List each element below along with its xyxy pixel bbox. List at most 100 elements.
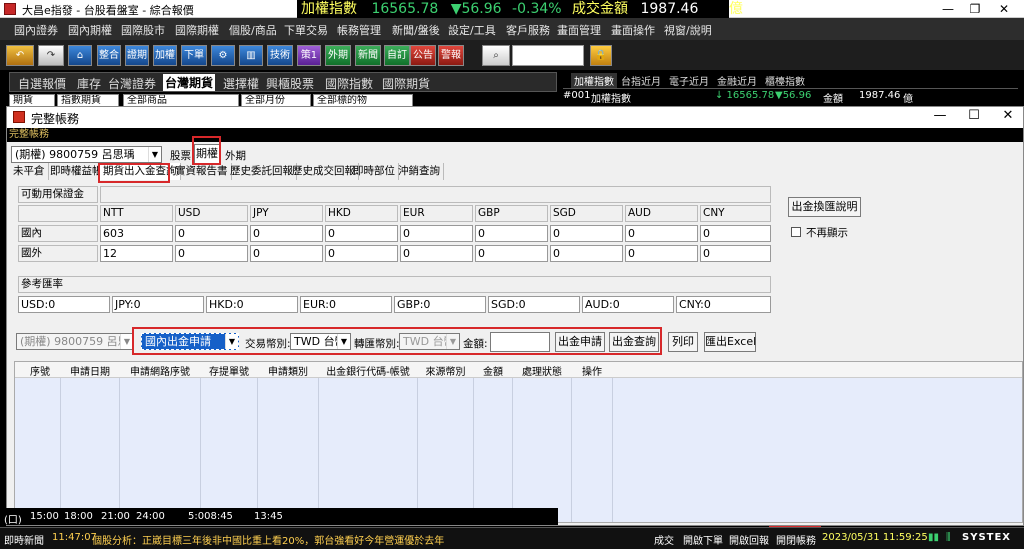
market-options-button[interactable]: 期權 (194, 144, 220, 164)
dialog-close-button[interactable]: ✕ (991, 108, 1024, 123)
menu-item[interactable]: 國際期權 (175, 22, 219, 38)
market-foreign-button[interactable]: 外期 (225, 148, 246, 163)
toolbar-button[interactable]: 加權 (153, 45, 177, 66)
status-trade-button[interactable]: 成交 (654, 532, 674, 547)
redo-icon[interactable]: ↷ (38, 45, 64, 66)
lock-icon[interactable]: 🔒 (590, 45, 612, 66)
tab-quote[interactable]: 選擇權 (223, 75, 259, 92)
menu-item[interactable]: 客戶服務 (506, 22, 550, 38)
grid-column-header[interactable]: 金額 (474, 363, 512, 378)
toolbar-button[interactable]: 技術 (267, 45, 293, 66)
export-excel-button[interactable]: 匯出Excel (704, 332, 756, 352)
grid-column-header[interactable]: 出金銀行代碼-帳號 (319, 363, 417, 378)
news-label[interactable]: 即時新聞 (4, 532, 44, 547)
news-time: 11:47:07 (52, 532, 97, 543)
tab-index-selected[interactable]: 加權指數 (571, 73, 617, 88)
toolbar-button[interactable]: 公告 (410, 45, 436, 66)
menu-item[interactable]: 國際股市 (121, 22, 165, 38)
toolbar-button[interactable]: 警報 (438, 45, 464, 66)
menu-item[interactable]: 下單交易 (284, 22, 328, 38)
close-button[interactable]: ✕ (984, 0, 1024, 18)
undo-icon[interactable]: ↶ (6, 45, 34, 66)
tab-quote[interactable]: 台灣證券 (108, 75, 156, 92)
tab-quote-selected[interactable]: 台灣期貨 (163, 74, 216, 91)
tab-quote[interactable]: 興櫃股票 (266, 75, 314, 92)
market-stock-button[interactable]: 股票 (170, 148, 191, 163)
toolbar-button[interactable]: 下單 (181, 45, 207, 66)
index-row[interactable]: #001 加權指數 ↓ 16565.78 ▼56.96 金額 1987.46 億 (563, 90, 1018, 105)
tab-quote[interactable]: 國際期貨 (382, 75, 430, 92)
menu-item[interactable]: 新聞/盤後 (392, 22, 440, 38)
tab-quote[interactable]: 庫存 (77, 75, 101, 92)
withdraw-query-button[interactable]: 出金查詢 (609, 332, 659, 352)
chevron-down-icon: ▼ (148, 147, 161, 162)
tab-quote[interactable]: 國際指數 (325, 75, 373, 92)
tab-account[interactable]: 歷史委託回報 (227, 163, 297, 180)
grid-column-header[interactable]: 存提單號 (201, 363, 257, 378)
toolbar-button[interactable]: 策1 (297, 45, 321, 66)
toolbar-button[interactable]: 新聞 (355, 45, 381, 66)
index-code: #001 (563, 90, 591, 101)
tab-index[interactable]: 台指近月 (621, 73, 661, 88)
row-label-domestic: 國內 (18, 225, 98, 242)
grid-column-header[interactable]: 處理狀態 (513, 363, 571, 378)
tab-account[interactable]: 沖銷查詢 (395, 163, 444, 180)
toolbar-search-input[interactable] (512, 45, 584, 66)
status-open-order-button[interactable]: 開啟下單 (683, 532, 723, 547)
timebar-end: 13:45 (254, 511, 283, 522)
currency-header: HKD (325, 205, 398, 222)
menu-item[interactable]: 視窗/說明 (664, 22, 712, 38)
deposit-label-spacer (100, 186, 771, 203)
tab-index[interactable]: 櫃檯指數 (765, 73, 805, 88)
rate-cell: AUD:0 (582, 296, 674, 313)
tab-account[interactable]: 未平倉 (10, 163, 49, 180)
print-button[interactable]: 列印 (668, 332, 698, 352)
grid-column-header[interactable]: 申請日期 (61, 363, 119, 378)
tab-account[interactable]: 即時權益帳 (47, 163, 107, 180)
grid-column-header[interactable]: 序號 (20, 363, 60, 378)
app-title: 大昌e指發 - 台股看盤室 - 綜合報價 (22, 4, 194, 17)
home-icon[interactable]: ⌂ (68, 45, 92, 66)
withdraw-apply-button[interactable]: 出金申請 (555, 332, 605, 352)
search-icon[interactable]: ⌕ (482, 45, 510, 66)
currency-header: USD (175, 205, 248, 222)
grid-column-header[interactable]: 申請網路序號 (120, 363, 200, 378)
trade-currency-select[interactable]: TWD 台幣 ▼ (290, 333, 351, 350)
menu-item[interactable]: 帳務管理 (337, 22, 381, 38)
account-select[interactable]: (期權) 9800759 呂思瑀 ▼ (11, 146, 162, 163)
tab-account[interactable]: 即時部位 (350, 163, 399, 180)
dont-show-checkbox[interactable] (791, 227, 801, 237)
menu-item[interactable]: 畫面管理 (557, 22, 601, 38)
menu-item[interactable]: 個股/商品 (229, 22, 277, 38)
gear-icon[interactable]: ⚙ (211, 45, 235, 66)
menu-item[interactable]: 國內期權 (68, 22, 112, 38)
index-vol: 1987.46 (859, 90, 901, 101)
menu-item[interactable]: 國內證券 (14, 22, 58, 38)
grid-body[interactable] (15, 378, 1022, 522)
dialog-minimize-button[interactable]: — (923, 108, 957, 123)
convert-currency-label: 轉匯幣別: (354, 338, 400, 350)
request-type-select[interactable]: 國內出金申請 ▼ (141, 333, 239, 350)
withdraw-exchange-info-button[interactable]: 出金換匯說明 (788, 197, 861, 217)
dialog-maximize-button[interactable]: ☐ (957, 108, 991, 123)
chart-icon[interactable]: ▥ (239, 45, 263, 66)
tab-account[interactable]: 實資報告書 (172, 163, 232, 180)
menu-item[interactable]: 設定/工具 (448, 22, 496, 38)
grid-column-header[interactable]: 操作 (572, 363, 612, 378)
menu-item[interactable]: 畫面操作 (611, 22, 655, 38)
tab-account[interactable]: 歷史成交回報 (289, 163, 359, 180)
grid-column-header[interactable]: 申請類別 (258, 363, 318, 378)
toolbar-button[interactable]: 整合 (97, 45, 121, 66)
tab-index[interactable]: 金融近月 (717, 73, 757, 88)
news-ticker-text[interactable]: 個股分析：正崴目標三年後非中國比重上看20%，郭台強看好今年營運優於去年 (92, 532, 652, 547)
grid-column-header[interactable]: 來源幣別 (418, 363, 473, 378)
status-account-button[interactable]: 開閉帳務 (776, 532, 816, 547)
status-open-report-button[interactable]: 開啟回報 (729, 532, 769, 547)
tab-index[interactable]: 電子近月 (669, 73, 709, 88)
toolbar-button[interactable]: 證期 (125, 45, 149, 66)
toolbar-button[interactable]: 外期 (325, 45, 351, 66)
amount-input[interactable] (490, 332, 550, 352)
tab-quote[interactable]: 自選報價 (18, 75, 66, 92)
tab-account-selected[interactable]: 期貨出入金查詢 (100, 163, 181, 180)
toolbar-button[interactable]: 自訂 (384, 45, 410, 66)
